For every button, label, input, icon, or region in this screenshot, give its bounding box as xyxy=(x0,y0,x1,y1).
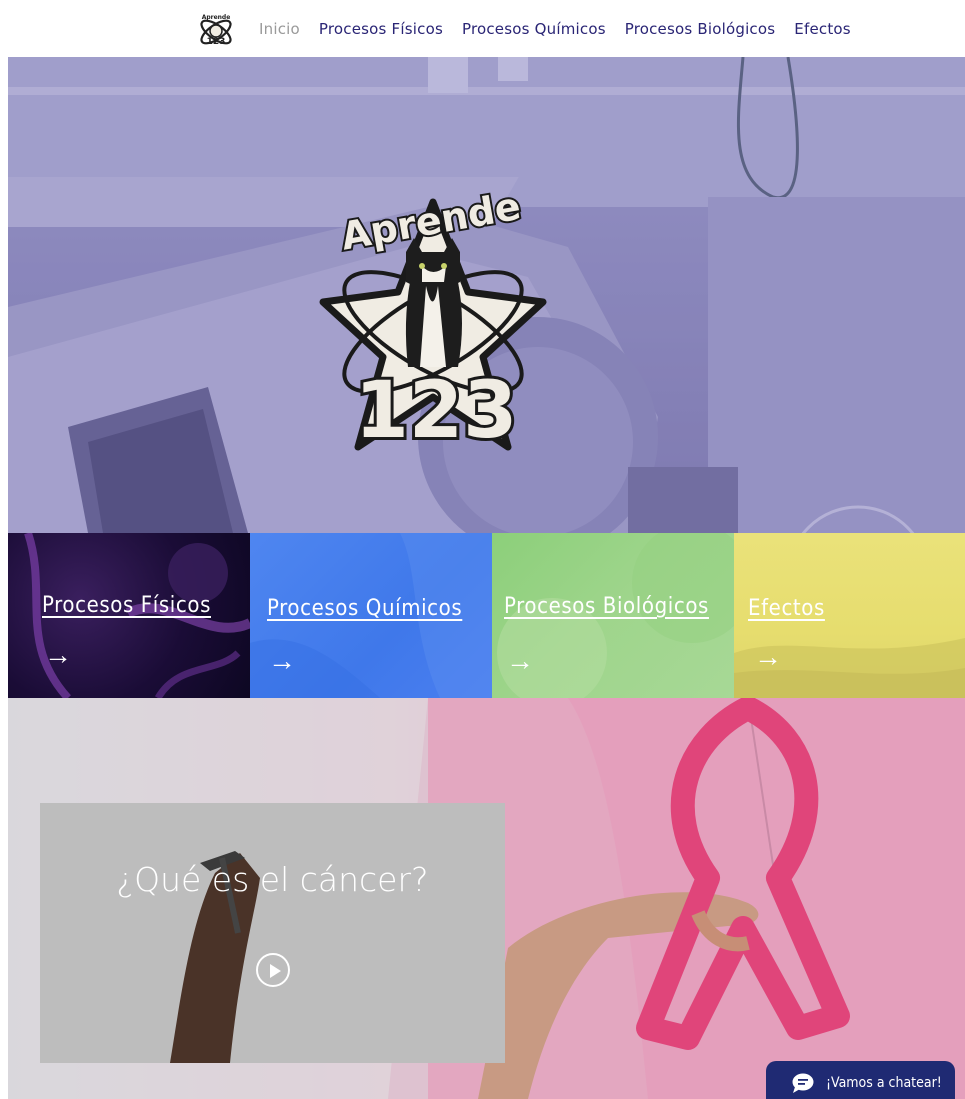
tile-title: Procesos Físicos xyxy=(42,593,211,618)
chat-button[interactable]: ¡Vamos a chatear! xyxy=(766,1061,955,1099)
arrow-right-icon: → xyxy=(44,639,72,670)
arrow-right-icon: → xyxy=(268,645,296,676)
nav-item-inicio[interactable]: Inicio xyxy=(259,20,300,38)
arrow-right-icon: → xyxy=(754,641,782,672)
tile-title: Procesos Biológicos xyxy=(504,594,709,619)
main-nav: Inicio Procesos Físicos Procesos Químico… xyxy=(259,20,870,38)
nav-item-procesos-biologicos[interactable]: Procesos Biológicos xyxy=(625,20,776,38)
play-icon[interactable] xyxy=(256,953,290,987)
site-header: 123 Aprende Inicio Procesos Físicos Proc… xyxy=(0,0,965,57)
site-logo-icon[interactable]: 123 Aprende xyxy=(196,11,236,51)
awareness-section: ¿Qué es el cáncer? xyxy=(8,698,965,1099)
chat-label: ¡Vamos a chatear! xyxy=(826,1075,942,1091)
nav-logo-word: Aprende xyxy=(202,14,231,21)
tile-title: Efectos xyxy=(748,596,825,621)
video-thumbnail xyxy=(170,851,260,1063)
tile-procesos-fisicos[interactable]: Procesos Físicos → xyxy=(8,533,250,698)
chat-bubble-icon xyxy=(792,1073,814,1093)
nav-logo-number: 123 xyxy=(207,37,226,47)
cat-image xyxy=(405,238,462,367)
video-player[interactable]: ¿Qué es el cáncer? xyxy=(40,803,505,1063)
aprende-123-logo: Aprende 123 xyxy=(319,182,547,459)
tile-procesos-quimicos[interactable]: Procesos Químicos → xyxy=(250,533,492,698)
tile-efectos[interactable]: Efectos → xyxy=(734,533,965,698)
nav-item-procesos-fisicos[interactable]: Procesos Físicos xyxy=(319,20,443,38)
nav-item-procesos-quimicos[interactable]: Procesos Químicos xyxy=(462,20,606,38)
arrow-right-icon: → xyxy=(506,645,534,676)
logo-number-123: 123 xyxy=(355,366,518,456)
section-tiles: Procesos Físicos → Procesos Químicos → P… xyxy=(8,533,965,698)
video-title: ¿Qué es el cáncer? xyxy=(116,860,429,899)
tile-title: Procesos Químicos xyxy=(267,596,463,621)
tile-procesos-biologicos[interactable]: Procesos Biológicos → xyxy=(492,533,734,698)
nav-item-efectos[interactable]: Efectos xyxy=(794,20,851,38)
hero-banner: Aprende 123 xyxy=(8,57,965,533)
